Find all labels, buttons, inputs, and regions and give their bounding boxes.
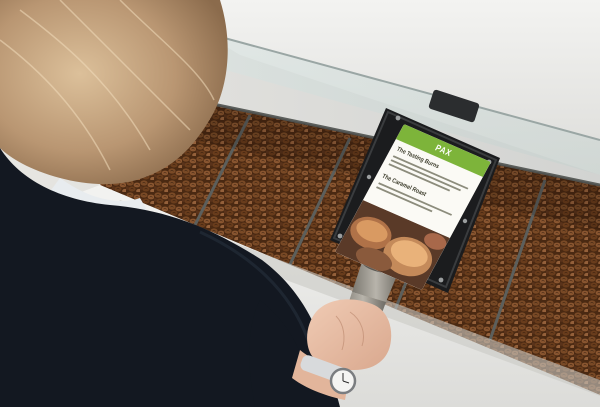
photo-frame: PAX The Tasting Burns The Caramel Roast	[0, 0, 600, 407]
photo-scene	[0, 0, 600, 407]
